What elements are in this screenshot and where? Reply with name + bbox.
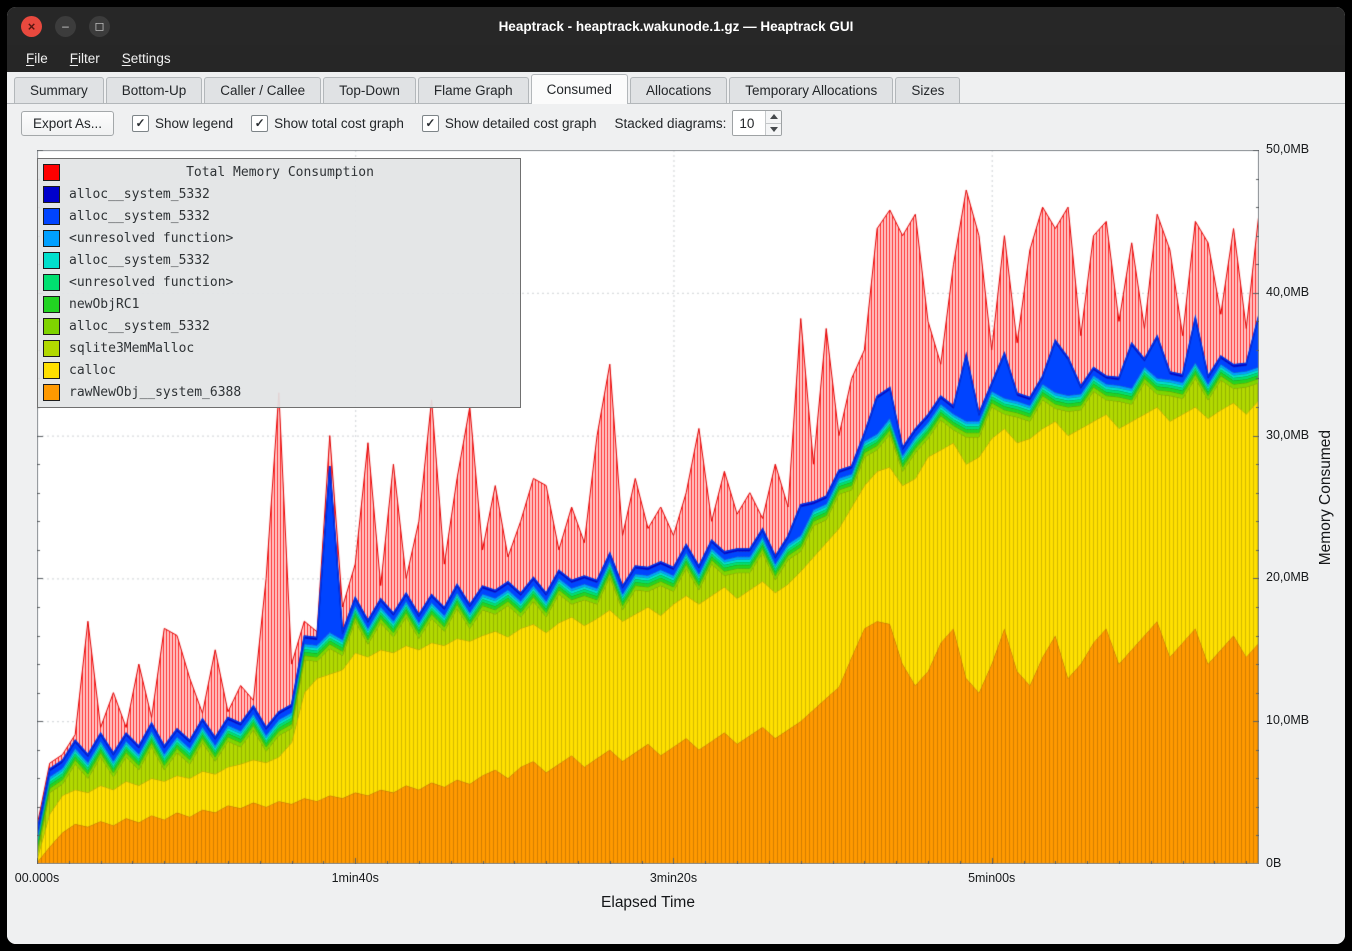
stacked-diagrams-spinbox[interactable]	[732, 110, 782, 136]
spin-buttons	[765, 111, 781, 135]
screen: { "window": { "title": "Heaptrack - heap…	[0, 0, 1352, 951]
window-titlebar[interactable]: × – ◻ Heaptrack - heaptrack.wakunode.1.g…	[7, 7, 1345, 45]
x-axis-title: Elapsed Time	[37, 894, 1259, 912]
check-icon: ✓	[425, 117, 435, 129]
checkbox-box[interactable]: ✓	[422, 115, 439, 132]
legend-title: Total Memory Consumption	[69, 165, 515, 180]
y-tick-label: 0B	[1266, 856, 1281, 870]
legend-item: rawNewObj__system_6388	[43, 381, 515, 403]
tab-summary[interactable]: Summary	[14, 77, 104, 103]
tab-flame-graph[interactable]: Flame Graph	[418, 77, 529, 103]
legend-swatch	[43, 230, 60, 247]
legend-item: calloc	[43, 359, 515, 381]
legend-item: <unresolved function>	[43, 227, 515, 249]
menubar: File Filter Settings	[7, 45, 1345, 72]
show-legend-label: Show legend	[155, 116, 233, 131]
menu-filter[interactable]: Filter	[59, 48, 111, 69]
checkbox-box[interactable]: ✓	[251, 115, 268, 132]
tab-allocations[interactable]: Allocations	[630, 77, 727, 103]
y-tick-label: 10,0MB	[1266, 713, 1309, 727]
legend-title-row: Total Memory Consumption	[43, 161, 515, 183]
legend-item: alloc__system_5332	[43, 205, 515, 227]
legend-item: alloc__system_5332	[43, 183, 515, 205]
legend-swatch	[43, 318, 60, 335]
spin-up-icon	[770, 114, 778, 119]
legend-swatch	[43, 164, 60, 181]
tab-sizes[interactable]: Sizes	[895, 77, 960, 103]
spin-down-button[interactable]	[766, 123, 781, 136]
legend-label: newObjRC1	[69, 297, 139, 312]
legend-swatch	[43, 274, 60, 291]
legend-label: alloc__system_5332	[69, 253, 210, 268]
legend-label: rawNewObj__system_6388	[69, 385, 241, 400]
legend-label: alloc__system_5332	[69, 209, 210, 224]
x-tick-label: 5min00s	[968, 871, 1015, 885]
legend-label: calloc	[69, 363, 116, 378]
legend-label: alloc__system_5332	[69, 319, 210, 334]
show-detailed-cost-checkbox[interactable]: ✓ Show detailed cost graph	[422, 115, 597, 132]
legend-swatch	[43, 296, 60, 313]
legend-item: newObjRC1	[43, 293, 515, 315]
y-tick-label: 50,0MB	[1266, 142, 1309, 156]
spin-up-button[interactable]	[766, 111, 781, 123]
spin-down-icon	[770, 127, 778, 132]
y-tick-label: 30,0MB	[1266, 428, 1309, 442]
stacked-diagrams-label: Stacked diagrams:	[615, 116, 727, 131]
legend-swatch	[43, 384, 60, 401]
legend-label: <unresolved function>	[69, 231, 233, 246]
tab-consumed[interactable]: Consumed	[531, 74, 628, 104]
legend-item: <unresolved function>	[43, 271, 515, 293]
tab-temporary-allocations[interactable]: Temporary Allocations	[729, 77, 893, 103]
menu-settings[interactable]: Settings	[111, 48, 182, 69]
heaptrack-window: × – ◻ Heaptrack - heaptrack.wakunode.1.g…	[7, 7, 1345, 944]
x-tick-label: 3min20s	[650, 871, 697, 885]
show-detailed-cost-label: Show detailed cost graph	[445, 116, 597, 131]
legend-swatch	[43, 252, 60, 269]
chart-legend: Total Memory Consumption alloc__system_53…	[37, 158, 521, 408]
show-total-cost-checkbox[interactable]: ✓ Show total cost graph	[251, 115, 404, 132]
legend-swatch	[43, 340, 60, 357]
checkbox-box[interactable]: ✓	[132, 115, 149, 132]
export-as-button[interactable]: Export As...	[21, 111, 114, 136]
check-icon: ✓	[136, 117, 146, 129]
tab-caller-callee[interactable]: Caller / Callee	[204, 77, 321, 103]
legend-item: sqlite3MemMalloc	[43, 337, 515, 359]
legend-label: sqlite3MemMalloc	[69, 341, 194, 356]
legend-swatch	[43, 186, 60, 203]
x-tick-label: 00.000s	[15, 871, 59, 885]
tab-bottom-up[interactable]: Bottom-Up	[106, 77, 203, 103]
stacked-diagrams-input[interactable]	[733, 111, 765, 135]
legend-swatch	[43, 362, 60, 379]
y-axis-title: Memory Consumed	[1317, 430, 1335, 565]
window-title: Heaptrack - heaptrack.wakunode.1.gz — He…	[7, 7, 1345, 45]
legend-item: alloc__system_5332	[43, 315, 515, 337]
tab-top-down[interactable]: Top-Down	[323, 77, 416, 103]
legend-swatch	[43, 208, 60, 225]
legend-item: alloc__system_5332	[43, 249, 515, 271]
tabbar: Summary Bottom-Up Caller / Callee Top-Do…	[7, 72, 1345, 104]
menu-file[interactable]: File	[15, 48, 59, 69]
legend-label: alloc__system_5332	[69, 187, 210, 202]
show-legend-checkbox[interactable]: ✓ Show legend	[132, 115, 233, 132]
check-icon: ✓	[255, 117, 265, 129]
x-tick-label: 1min40s	[332, 871, 379, 885]
y-tick-label: 20,0MB	[1266, 570, 1309, 584]
y-tick-label: 40,0MB	[1266, 285, 1309, 299]
legend-label: <unresolved function>	[69, 275, 233, 290]
show-total-cost-label: Show total cost graph	[274, 116, 404, 131]
toolbar: Export As... ✓ Show legend ✓ Show total …	[7, 104, 1345, 142]
chart-area: Total Memory Consumption alloc__system_53…	[7, 142, 1345, 944]
